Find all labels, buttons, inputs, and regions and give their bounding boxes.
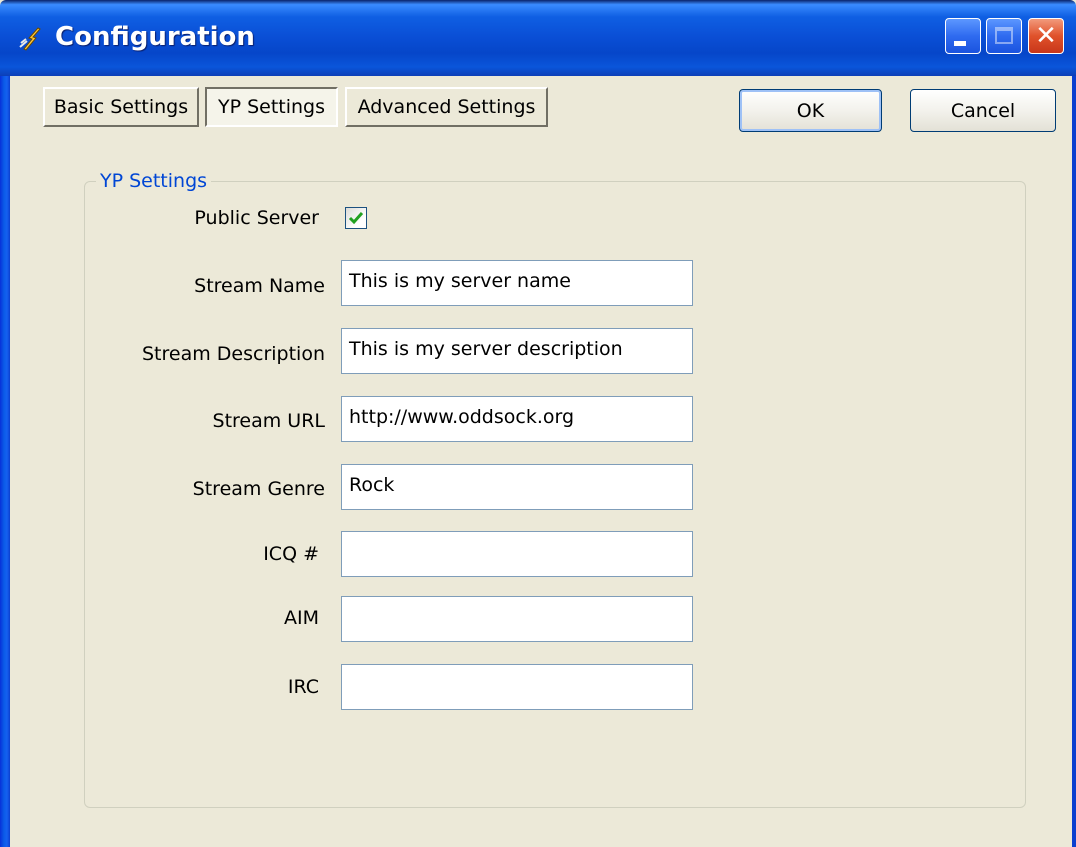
cancel-button[interactable]: Cancel	[910, 89, 1056, 132]
tab-advanced-settings[interactable]: Advanced Settings	[345, 87, 548, 127]
stream-url-label: Stream URL	[212, 410, 325, 432]
aim-label: AIM	[284, 607, 319, 629]
public-server-checkbox[interactable]	[345, 207, 367, 229]
lightning-bolt-icon	[19, 27, 41, 51]
minimize-icon	[954, 41, 966, 46]
stream-genre-input[interactable]: Rock	[341, 464, 693, 510]
minimize-button[interactable]	[945, 18, 981, 54]
irc-input[interactable]	[341, 664, 693, 710]
ok-button[interactable]: OK	[739, 89, 882, 132]
aim-input[interactable]	[341, 596, 693, 642]
maximize-button[interactable]	[986, 18, 1022, 54]
irc-label: IRC	[287, 676, 319, 698]
stream-url-input[interactable]: http://www.oddsock.org	[341, 396, 693, 442]
tab-yp-settings[interactable]: YP Settings	[205, 87, 338, 127]
checkmark-icon	[348, 212, 364, 225]
configuration-window: Configuration ✕ Basic Settings YP Settin…	[0, 0, 1076, 847]
public-server-label: Public Server	[194, 207, 319, 229]
close-button[interactable]: ✕	[1028, 18, 1064, 54]
stream-name-label: Stream Name	[194, 275, 325, 297]
stream-name-input[interactable]: This is my server name	[341, 260, 693, 306]
stream-description-label: Stream Description	[142, 343, 325, 365]
maximize-icon	[995, 27, 1013, 44]
groupbox-title: YP Settings	[96, 170, 212, 192]
title-bar[interactable]: Configuration ✕	[0, 0, 1076, 76]
icq-label: ICQ #	[263, 543, 319, 565]
stream-genre-label: Stream Genre	[192, 478, 325, 500]
close-icon: ✕	[1035, 21, 1057, 51]
window-title: Configuration	[55, 22, 255, 52]
icq-input[interactable]	[341, 531, 693, 577]
window-frame-left	[0, 76, 10, 847]
tab-basic-settings[interactable]: Basic Settings	[43, 87, 199, 127]
stream-description-input[interactable]: This is my server description	[341, 328, 693, 374]
window-frame-right	[1072, 76, 1076, 847]
